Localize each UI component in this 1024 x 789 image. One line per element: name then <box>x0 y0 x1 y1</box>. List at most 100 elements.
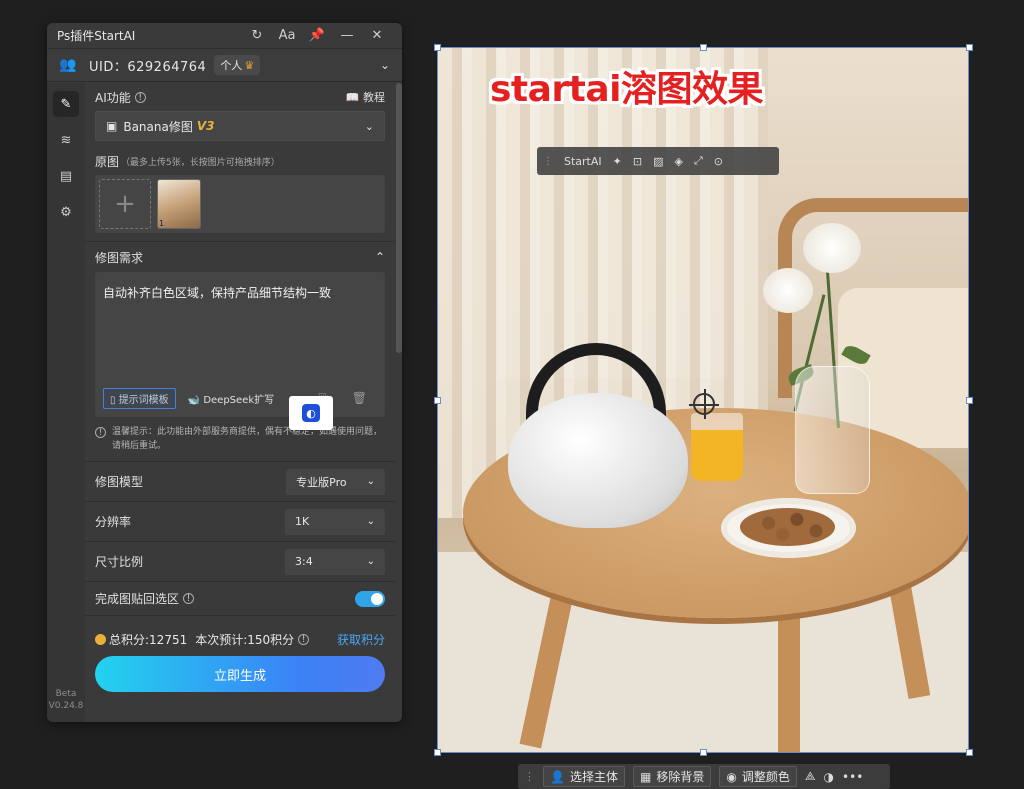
scene-vase <box>795 366 870 494</box>
transform-handle[interactable] <box>700 44 707 51</box>
info-icon[interactable]: ! <box>298 633 310 645</box>
get-points-link[interactable]: 获取积分 <box>337 631 385 648</box>
ratio-select[interactable]: 3:4 ⌄ <box>285 548 385 575</box>
remove-background-button[interactable]: ▦ 移除背景 <box>632 766 712 787</box>
info-icon[interactable]: ! <box>134 91 146 103</box>
uploaded-image-thumb[interactable]: 1 <box>157 179 201 229</box>
divider <box>85 615 395 616</box>
pin-icon[interactable]: 📌 <box>302 28 332 43</box>
scene-nuts <box>740 508 835 546</box>
overlay-title: startai溶图效果 <box>490 69 764 110</box>
transform-icon[interactable]: ⟁ <box>805 769 816 784</box>
ai-function-select[interactable]: ▣ Banana修图 V3 ⌄ <box>95 111 385 141</box>
model-select[interactable]: 专业版Pro ⌄ <box>286 468 385 495</box>
points-row: 总积分:12751 本次预计:150积分 ! 获取积分 <box>95 626 385 652</box>
account-bar[interactable]: 👥 UID：629264764 个人 ♛ ⌄ <box>47 49 402 82</box>
layers-icon[interactable]: ≋ <box>53 127 79 153</box>
transform-handle[interactable] <box>434 44 441 51</box>
scene-kettle <box>508 393 688 528</box>
total-points: 总积分:12751 <box>109 632 188 647</box>
transform-handle[interactable] <box>700 749 707 756</box>
panel-sidebar: ✎ ≋ ▤ ⚙ Beta V0.24.8 <box>47 83 85 722</box>
coin-icon <box>95 633 106 645</box>
startai-float-toolbar[interactable]: ⋮ StartAI ✦ ⊡ ▨ ◈ ⤢ ⊙ <box>537 147 779 175</box>
float-toolbar-label: StartAI <box>564 154 602 168</box>
document-canvas[interactable]: startai溶图效果 ⋮ StartAI ✦ ⊡ ▨ ◈ ⤢ ⊙ <box>437 47 969 753</box>
settings-icon[interactable]: ⊙ <box>714 155 723 168</box>
chevron-down-icon: ⌄ <box>366 516 375 527</box>
generate-button[interactable]: 立即生成 <box>95 656 385 692</box>
panel-content: AI功能 ! 📖 教程 ▣ Banana修图 V3 ⌄ 原图 （最多上传5张，长… <box>85 83 395 722</box>
version-label: Beta V0.24.8 <box>48 689 84 711</box>
floating-logo-popup[interactable]: ◐ <box>289 396 333 430</box>
resolution-label: 分辨率 <box>95 515 132 529</box>
font-size-icon[interactable]: Aa <box>272 28 302 43</box>
info-icon[interactable]: ! <box>183 593 195 604</box>
scene-juice <box>691 413 743 481</box>
clipboard-icon[interactable]: ▤ <box>53 163 79 189</box>
estimate-points: 本次预计:150积分 <box>195 632 295 647</box>
minimize-icon[interactable]: — <box>332 28 362 43</box>
adjust-color-button[interactable]: ◉ 调整颜色 <box>719 766 797 787</box>
person-icon: 👤 <box>550 769 565 784</box>
transform-handle[interactable] <box>434 749 441 756</box>
chevron-down-icon: ⌄ <box>364 119 374 133</box>
chevron-down-icon[interactable]: ⌄ <box>380 58 390 72</box>
ai-function-section: AI功能 ! 📖 教程 ▣ Banana修图 V3 ⌄ 原图 （最多上传5张，长… <box>85 83 395 692</box>
chevron-down-icon: ⌄ <box>366 476 375 487</box>
color-icon: ◉ <box>726 769 737 784</box>
requirement-tools: ▯ 提示词模板 🐋 DeepSeek扩写 ⎘ 🗑 <box>103 388 377 409</box>
original-image-hint: （最多上传5张，长按图片可拖拽排序） <box>121 157 280 168</box>
ai-function-label: AI功能 <box>95 90 131 105</box>
paste-back-toggle[interactable] <box>355 590 385 607</box>
requirement-textarea[interactable]: 自动补齐白色区域，保持产品细节结构一致 ▯ 提示词模板 🐋 DeepSeek扩写… <box>95 272 385 417</box>
chevron-up-icon[interactable]: ⌃ <box>375 250 385 264</box>
chevron-down-icon: ⌄ <box>366 556 375 567</box>
rose-flower <box>803 223 861 273</box>
startai-plugin-panel: Ps插件StartAI ↻ Aa 📌 — ✕ 👥 UID：629264764 个… <box>47 23 402 722</box>
close-icon[interactable]: ✕ <box>362 28 392 43</box>
panel-scrollbar[interactable] <box>396 83 402 353</box>
deepseek-expand-button[interactable]: 🐋 DeepSeek扩写 <box>184 389 278 408</box>
settings-icon[interactable]: ⚙ <box>53 199 79 225</box>
contrast-icon[interactable]: ◑ <box>824 770 834 784</box>
edit-tool-icon[interactable]: ✎ <box>53 91 79 117</box>
refresh-icon[interactable]: ↻ <box>242 28 272 43</box>
transform-handle[interactable] <box>966 44 973 51</box>
panel-titlebar: Ps插件StartAI ↻ Aa 📌 — ✕ <box>47 23 402 49</box>
drag-handle-icon[interactable]: ⋮ <box>524 770 535 783</box>
rose-flower <box>763 268 813 313</box>
expand-icon[interactable]: ⤢ <box>694 154 703 168</box>
original-image-label: 原图 <box>95 154 120 169</box>
info-icon: ! <box>95 427 106 438</box>
magic-wand-icon[interactable]: ✦ <box>613 155 622 168</box>
paste-back-row: 完成图贴回选区 ! <box>85 581 395 615</box>
eraser-icon[interactable]: ◈ <box>674 155 682 168</box>
ratio-row: 尺寸比例 3:4 ⌄ <box>85 541 395 581</box>
add-image-button[interactable]: + <box>99 179 151 229</box>
tutorial-link[interactable]: 📖 教程 <box>346 89 385 105</box>
crown-icon: ♛ <box>244 59 255 72</box>
more-icon[interactable]: ••• <box>842 770 863 784</box>
model-label: 修图模型 <box>95 475 144 489</box>
image-icon: ▣ <box>106 119 118 133</box>
select-box-icon[interactable]: ⊡ <box>633 155 642 168</box>
transform-handle[interactable] <box>434 397 441 404</box>
panel-title: Ps插件StartAI <box>57 29 136 43</box>
original-image-header: 原图 （最多上传5张，长按图片可拖拽排序） <box>95 151 385 171</box>
uid-label: UID：629264764 <box>89 59 207 75</box>
service-tip: ! 温馨提示：此功能由外部服务商提供，偶有不稳定，如遇使用问题，请稍后重试。 <box>95 425 385 453</box>
requirement-header[interactable]: 修图需求 ⌃ <box>95 242 385 272</box>
transform-handle[interactable] <box>966 749 973 756</box>
pattern-icon[interactable]: ▨ <box>653 155 663 168</box>
image-upload-area: + 1 <box>95 175 385 233</box>
transform-handle[interactable] <box>966 397 973 404</box>
contextual-task-bar: ⋮ 👤 选择主体 ▦ 移除背景 ◉ 调整颜色 ⟁ ◑ ••• <box>518 764 890 789</box>
users-icon: 👥 <box>59 57 77 73</box>
crosshair-cursor-icon <box>689 389 719 419</box>
ratio-label: 尺寸比例 <box>95 555 144 569</box>
drag-handle-icon[interactable]: ⋮ <box>543 156 553 167</box>
resolution-select[interactable]: 1K ⌄ <box>285 508 385 535</box>
select-subject-button[interactable]: 👤 选择主体 <box>543 766 625 787</box>
prompt-template-button[interactable]: ▯ 提示词模板 <box>103 388 176 409</box>
